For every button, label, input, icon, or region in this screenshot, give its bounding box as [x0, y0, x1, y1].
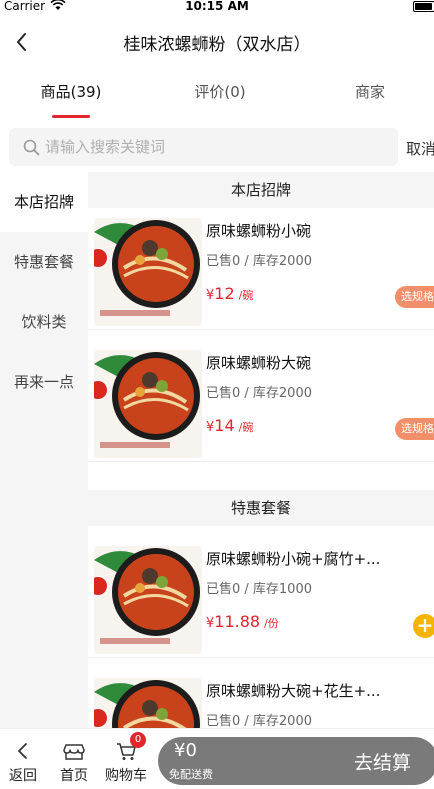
- product-image: [94, 678, 202, 728]
- add-to-cart-button[interactable]: +: [413, 614, 434, 638]
- section-header: 特惠套餐: [88, 490, 434, 526]
- product-price: ¥14/碗: [206, 416, 254, 435]
- tab-merchant[interactable]: 商家: [310, 81, 430, 102]
- back-tab-button[interactable]: 返回: [0, 729, 46, 789]
- checkout-bar[interactable]: ¥0 免配送费 去结算: [158, 737, 434, 785]
- search-icon: [23, 139, 40, 156]
- product-name: 原味螺蛳粉小碗: [206, 222, 312, 240]
- product-name: 原味螺蛳粉大碗: [206, 354, 312, 372]
- tab-products[interactable]: 商品(39): [11, 81, 131, 102]
- home-label: 首页: [60, 768, 88, 784]
- sidebar-item-signature[interactable]: 本店招牌: [0, 172, 88, 232]
- product-stock: 已售0 / 库存1000: [206, 582, 312, 597]
- product-price: ¥12/碗: [206, 284, 254, 303]
- select-spec-button[interactable]: 选规格: [395, 418, 434, 440]
- product-stock: 已售0 / 库存2000: [206, 714, 312, 728]
- product-stock: 已售0 / 库存2000: [206, 386, 312, 401]
- checkout-button[interactable]: 去结算: [354, 748, 411, 775]
- category-sidebar: 本店招牌 特惠套餐 饮料类 再来一点: [0, 172, 88, 728]
- cart-tab-button[interactable]: 0 购物车: [103, 729, 149, 789]
- cart-count-badge: 0: [130, 732, 146, 748]
- delivery-fee-note: 免配送费: [169, 768, 213, 781]
- product-list[interactable]: 本店招牌 原味螺蛳粉小碗 已售0 / 库存2000 ¥12/碗 选规格 原味螺蛳…: [88, 172, 434, 728]
- product-image: [94, 218, 202, 326]
- cart-label: 购物车: [105, 768, 147, 784]
- page-title: 桂味浓螺蛳粉（双水店）: [123, 35, 311, 55]
- clock: 10:15 AM: [185, 0, 249, 13]
- active-tab-indicator: [52, 115, 90, 118]
- search-box: [9, 128, 398, 166]
- home-tab-button[interactable]: 首页: [51, 729, 97, 789]
- cart-total: ¥0: [174, 740, 197, 761]
- search-input[interactable]: [45, 128, 385, 166]
- product-image: [94, 546, 202, 654]
- product-name: 原味螺蛳粉大碗+花生+...: [206, 682, 381, 700]
- product-price: ¥11.88/份: [206, 612, 279, 631]
- cancel-button[interactable]: 取消: [406, 138, 434, 159]
- list-item[interactable]: 原味螺蛳粉小碗 已售0 / 库存2000 ¥12/碗 选规格: [88, 208, 434, 330]
- sidebar-item-drinks[interactable]: 饮料类: [0, 292, 88, 352]
- search-row: 取消: [0, 128, 434, 168]
- list-item[interactable]: 原味螺蛳粉小碗+腐竹+... 已售0 / 库存1000 ¥11.88/份 +: [88, 536, 434, 658]
- select-spec-button[interactable]: 选规格: [395, 286, 434, 308]
- chevron-left-icon: [18, 743, 27, 759]
- sidebar-item-extras[interactable]: 再来一点: [0, 352, 88, 412]
- battery-icon: [413, 1, 434, 12]
- list-item[interactable]: 原味螺蛳粉大碗+花生+... 已售0 / 库存2000: [88, 668, 434, 728]
- nav-bar: 桂味浓螺蛳粉（双水店）: [0, 22, 434, 62]
- tab-bar: 商品(39) 评价(0) 商家: [0, 70, 434, 120]
- product-image: [94, 350, 202, 458]
- list-item[interactable]: 原味螺蛳粉大碗 已售0 / 库存2000 ¥14/碗 选规格: [88, 340, 434, 462]
- status-bar: Carrier 10:15 AM: [0, 0, 434, 14]
- sidebar-item-combos[interactable]: 特惠套餐: [0, 232, 88, 292]
- product-name: 原味螺蛳粉小碗+腐竹+...: [206, 550, 381, 568]
- section-header: 本店招牌: [88, 172, 434, 208]
- product-stock: 已售0 / 库存2000: [206, 254, 312, 269]
- store-icon: [63, 744, 85, 760]
- tab-reviews[interactable]: 评价(0): [160, 81, 280, 102]
